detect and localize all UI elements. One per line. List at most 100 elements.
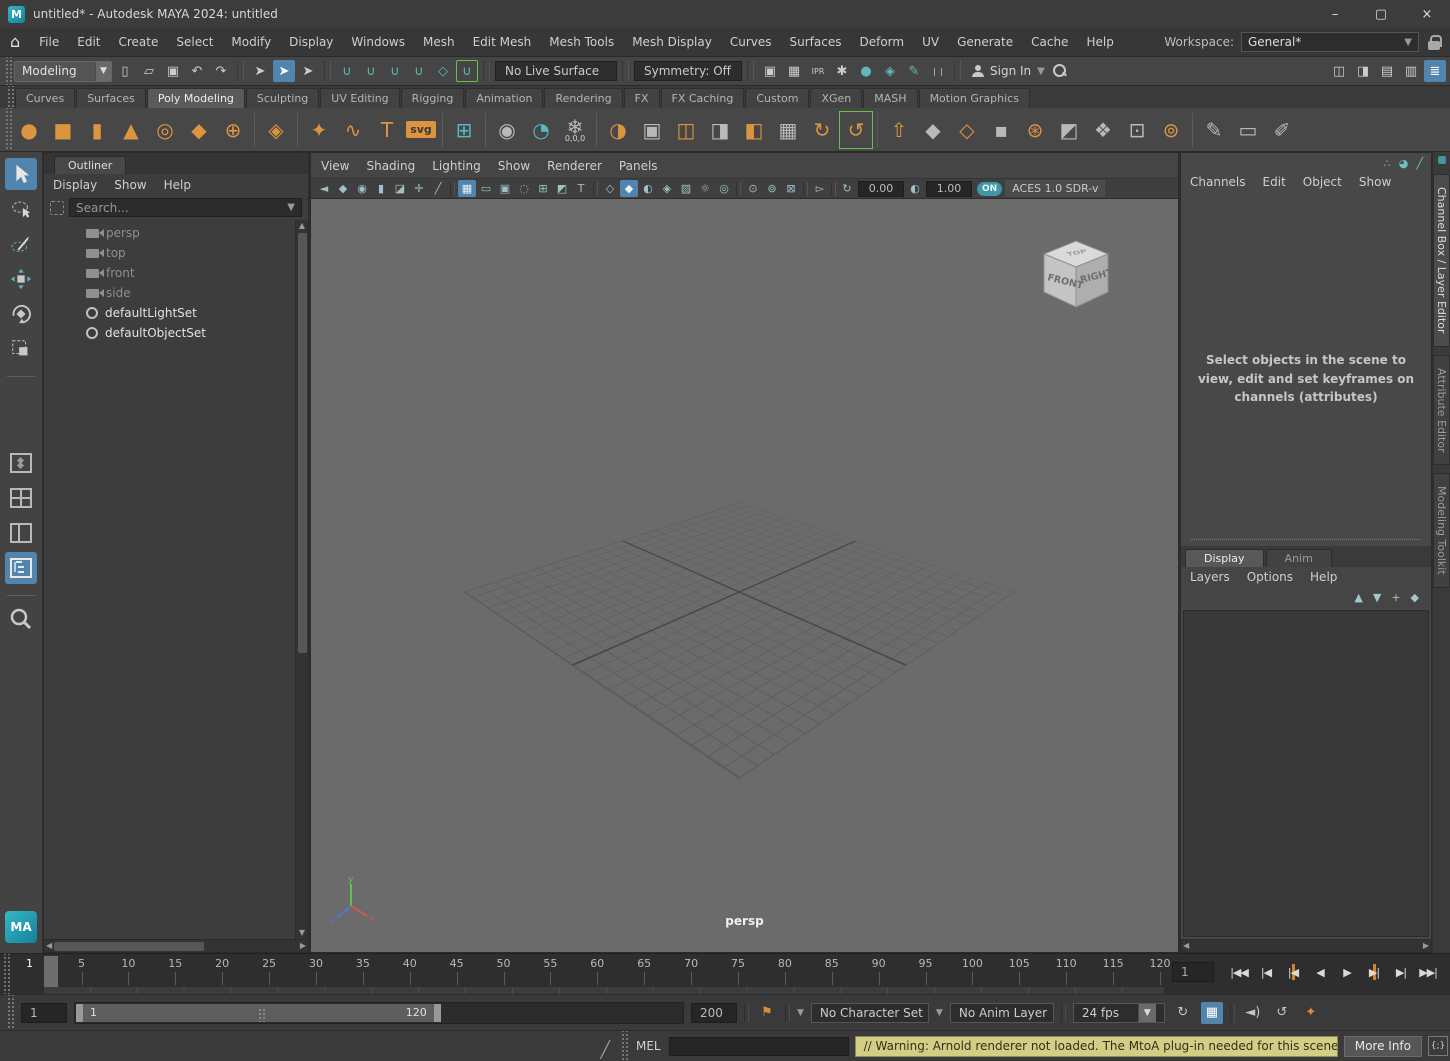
shelf-tab-animation[interactable]: Animation [465, 88, 543, 108]
separate-icon[interactable]: ◫ [669, 111, 703, 149]
side-tab-channel-box-layer-editor[interactable]: Channel Box / Layer Editor [1433, 174, 1450, 347]
layout-two-pane-button[interactable] [5, 517, 37, 549]
gate-mask-icon[interactable]: ◌ [515, 180, 533, 197]
outliner-menu-show[interactable]: Show [114, 178, 146, 192]
render-settings-icon[interactable]: ✱ [831, 60, 853, 82]
select-component-icon[interactable]: ➤ [297, 60, 319, 82]
panel-menu-panels[interactable]: Panels [619, 159, 658, 173]
shelf-tab-fx-caching[interactable]: FX Caching [661, 88, 745, 108]
cage-deform-icon[interactable]: ⊡ [1120, 111, 1154, 149]
go-to-start-button[interactable]: |◀◀ [1226, 959, 1252, 985]
playblast-icon[interactable]: ▦ [1201, 1002, 1223, 1024]
step-back-frame-button[interactable]: |◀ [1253, 959, 1279, 985]
menu-edit[interactable]: Edit [68, 35, 109, 49]
xray-icon[interactable]: ⊙ [744, 180, 762, 197]
outliner-menu-help[interactable]: Help [164, 178, 191, 192]
panel-menu-shading[interactable]: Shading [366, 159, 415, 173]
menu-mesh-tools[interactable]: Mesh Tools [540, 35, 623, 49]
curve-pen-icon[interactable]: ✎ [1197, 111, 1231, 149]
rotate-tool[interactable] [5, 298, 37, 330]
animation-start-field[interactable]: 1 [21, 1003, 67, 1023]
extrude-icon[interactable]: ⇧ [882, 111, 916, 149]
step-forward-frame-button[interactable]: ▶| [1388, 959, 1414, 985]
spin-edge-icon[interactable]: ↻ [805, 111, 839, 149]
layer-menu-layers[interactable]: Layers [1190, 570, 1230, 584]
toggle-channel-box-icon[interactable]: ▤ [1376, 60, 1398, 82]
menu-generate[interactable]: Generate [948, 35, 1022, 49]
quad-draw-icon[interactable]: ✐ [1265, 111, 1299, 149]
select-camera-icon[interactable]: ◄ [315, 180, 333, 197]
poly-type-icon[interactable]: T [370, 111, 404, 149]
paint-effects-icon[interactable]: ✎ [903, 60, 925, 82]
edge-flow-icon[interactable]: ◆ [916, 111, 950, 149]
anim-layer-dropdown[interactable]: No Anim Layer [950, 1003, 1054, 1023]
panel-menu-view[interactable]: View [321, 159, 349, 173]
extract-icon[interactable]: ◨ [703, 111, 737, 149]
toolbar-group-separator[interactable] [622, 61, 629, 81]
shelf-tab-poly-modeling[interactable]: Poly Modeling [147, 88, 245, 108]
step-forward-key-button[interactable]: ▶| [1361, 959, 1387, 985]
new-scene-icon[interactable]: ▯ [114, 60, 136, 82]
layer-tab-display[interactable]: Display [1185, 549, 1264, 567]
construction-plane-icon[interactable]: ◉ [490, 111, 524, 149]
field-chart-icon[interactable]: ⊞ [534, 180, 552, 197]
search-icon[interactable] [1053, 64, 1067, 78]
save-scene-icon[interactable]: ▣ [162, 60, 184, 82]
poly-torus-icon[interactable]: ◎ [148, 111, 182, 149]
filter-icon[interactable] [50, 201, 64, 215]
center-pivot-icon[interactable]: ◔ [524, 111, 558, 149]
bevel-icon[interactable]: ◇ [950, 111, 984, 149]
range-slider-track[interactable]: 1 120 [74, 1002, 684, 1024]
scroll-right-icon[interactable]: ▶ [300, 941, 306, 951]
edit-points-icon[interactable]: ▭ [1231, 111, 1265, 149]
add-bookmark-icon[interactable]: ⚑ [756, 1002, 778, 1024]
lasso-select-tool[interactable] [5, 193, 37, 225]
chevron-down-icon[interactable]: ▼ [797, 1008, 804, 1018]
layer-list-area[interactable] [1183, 610, 1429, 937]
scroll-left-icon[interactable]: ◀ [46, 941, 52, 951]
light-editor-icon[interactable]: ● [855, 60, 877, 82]
drag-handle[interactable] [2, 954, 10, 994]
outliner-item-side[interactable]: side [44, 283, 295, 303]
drag-handle[interactable] [4, 108, 12, 151]
flow-diamonds-icon[interactable]: ❖ [1086, 111, 1120, 149]
shelf-tab-xgen[interactable]: XGen [810, 88, 862, 108]
range-center-grip[interactable] [258, 1008, 265, 1022]
outliner-item-defaultlightset[interactable]: defaultLightSet [44, 303, 295, 323]
sweep-mesh-icon[interactable]: ✦ [302, 111, 336, 149]
time-slider[interactable]: 5101520253035404550556065707580859095100… [0, 953, 1450, 994]
paint-select-tool[interactable] [5, 228, 37, 260]
flat-shade-icon[interactable]: ◐ [639, 180, 657, 197]
viewport-canvas[interactable]: TOP FRONT RIGHT y x z persp [311, 199, 1178, 952]
open-scene-icon[interactable]: ▱ [138, 60, 160, 82]
menu-mesh-display[interactable]: Mesh Display [623, 35, 721, 49]
scroll-up-icon[interactable]: ▲ [299, 221, 305, 231]
snap-to-projected-center-icon[interactable]: ∪ [408, 60, 430, 82]
channel-speed-icon[interactable]: ◕ [1399, 157, 1409, 170]
xray-joints-icon[interactable]: ⊚ [763, 180, 781, 197]
channel-box-menu-channels[interactable]: Channels [1190, 175, 1246, 189]
grid-icon[interactable]: ▦ [458, 180, 476, 197]
menu-modify[interactable]: Modify [222, 35, 280, 49]
workspace-select[interactable]: General* ▼ [1241, 32, 1419, 52]
layer-menu-options[interactable]: Options [1247, 570, 1293, 584]
redo-icon[interactable]: ↷ [210, 60, 232, 82]
wireframe-icon[interactable]: ◇ [601, 180, 619, 197]
wrap-icon[interactable]: ↺ [839, 111, 873, 149]
merge-icon[interactable]: ▪ [984, 111, 1018, 149]
step-back-key-button[interactable]: |◀ [1280, 959, 1306, 985]
side-tab-attribute-editor[interactable]: Attribute Editor [1433, 355, 1450, 466]
outliner-horizontal-scrollbar[interactable]: ◀ ▶ [44, 939, 308, 952]
colorspace-dropdown[interactable]: ACES 1.0 SDR-v [1005, 180, 1105, 197]
channel-box-menu-object[interactable]: Object [1303, 175, 1342, 189]
maya-avatar[interactable]: MA [5, 911, 37, 943]
command-input[interactable] [669, 1037, 849, 1056]
pan-zoom-icon[interactable]: ✛ [410, 180, 428, 197]
smooth-icon[interactable]: ▦ [771, 111, 805, 149]
shelf-tab-uv-editing[interactable]: UV Editing [320, 88, 399, 108]
titlebar[interactable]: M untitled* - Autodesk MAYA 2024: untitl… [0, 0, 1450, 28]
layer-new-selected-icon[interactable]: ◆ [1411, 591, 1419, 604]
lock-camera-icon[interactable]: ◆ [334, 180, 352, 197]
split-icon[interactable]: ◧ [737, 111, 771, 149]
sign-in-button[interactable]: Sign In ▼ [966, 64, 1051, 78]
